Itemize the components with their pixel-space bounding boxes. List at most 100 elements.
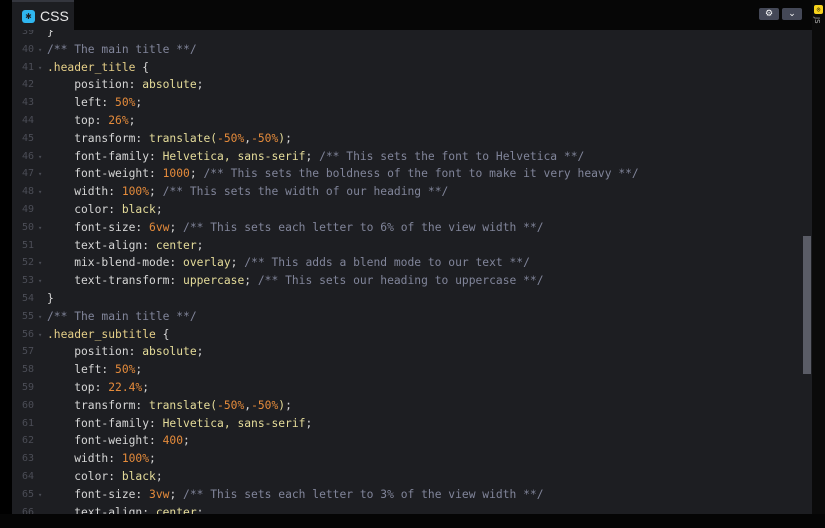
code-text: font-weight: 1000; /** This sets the bol… [47, 165, 639, 183]
code-text: left: 50%; [47, 361, 142, 379]
code-token: ; [135, 363, 142, 376]
code-token: translate( [149, 399, 217, 412]
code-token: 100% [122, 185, 149, 198]
code-text: .header_title { [47, 59, 149, 77]
code-text: width: 100%; [47, 450, 156, 468]
line-number: 56 [12, 326, 34, 344]
code-token: color: [47, 470, 122, 483]
code-token: translate( [149, 132, 217, 145]
code-token: black [122, 203, 156, 216]
fold-arrow-icon[interactable]: ▾ [38, 272, 42, 290]
code-token: text-align: [47, 506, 156, 514]
code-token: left: [47, 96, 115, 109]
code-token: font-size: [47, 221, 149, 234]
fold-arrow-icon[interactable]: ▾ [38, 59, 42, 77]
code-text: /** The main title **/ [47, 41, 197, 59]
js-icon: ◎ [814, 5, 823, 14]
code-text: color: black; [47, 201, 163, 219]
code-token: ; [169, 488, 183, 501]
code-token: ; [197, 78, 204, 91]
code-text: left: 50%; [47, 94, 142, 112]
code-token: ; [149, 452, 156, 465]
line-number: 41 [12, 59, 34, 77]
tab-css[interactable]: ✱ CSS [12, 0, 74, 30]
code-token: } [47, 30, 54, 38]
line-number: 62 [12, 432, 34, 450]
code-token: -50% [217, 132, 244, 145]
code-token: center [156, 506, 197, 514]
settings-button[interactable]: ⚙ [759, 8, 779, 20]
line-number: 54 [12, 290, 34, 308]
code-area[interactable]: 39}40▾/** The main title **/41▾.header_t… [12, 30, 802, 514]
code-token: position: [47, 78, 142, 91]
code-token: top: [47, 381, 108, 394]
code-token: -50% [251, 132, 278, 145]
line-number: 42 [12, 76, 34, 94]
line-number: 57 [12, 343, 34, 361]
code-token: { [156, 328, 170, 341]
code-token: Helvetica, sans-serif [163, 417, 306, 430]
code-token: /** This sets each letter to 6% of the v… [183, 221, 543, 234]
fold-arrow-icon[interactable]: ▾ [38, 183, 42, 201]
code-token: ; [197, 506, 204, 514]
fold-arrow-icon[interactable]: ▾ [38, 148, 42, 166]
line-number: 49 [12, 201, 34, 219]
vertical-scrollbar[interactable] [803, 236, 811, 374]
fold-arrow-icon[interactable]: ▾ [38, 326, 42, 344]
line-number: 61 [12, 415, 34, 433]
code-token: Helvetica, sans-serif [163, 150, 306, 163]
line-number: 45 [12, 130, 34, 148]
code-token: 100% [122, 452, 149, 465]
fold-arrow-icon[interactable]: ▾ [38, 308, 42, 326]
code-token: 6vw [149, 221, 169, 234]
fold-arrow-icon[interactable]: ▾ [38, 486, 42, 504]
code-token: ; [183, 434, 190, 447]
line-number: 43 [12, 94, 34, 112]
code-text: mix-blend-mode: overlay; /** This adds a… [47, 254, 530, 272]
code-token: uppercase [183, 274, 244, 287]
line-number: 63 [12, 450, 34, 468]
code-text: transform: translate(-50%,-50%); [47, 397, 292, 415]
code-token: text-transform: [47, 274, 183, 287]
code-token: ; [285, 132, 292, 145]
code-token: ; [231, 256, 245, 269]
code-token: 50% [115, 363, 135, 376]
code-token: /** This sets our heading to uppercase *… [258, 274, 544, 287]
code-token: absolute [142, 78, 196, 91]
line-number: 55 [12, 308, 34, 326]
code-token: .header_title [47, 61, 135, 74]
code-token: /** This sets the boldness of the font t… [203, 167, 638, 180]
code-text: .header_subtitle { [47, 326, 169, 344]
code-token: /** This sets the font to Helvetica **/ [319, 150, 584, 163]
fold-arrow-icon[interactable]: ▾ [38, 41, 42, 59]
code-token: -50% [251, 399, 278, 412]
code-token: ; [169, 221, 183, 234]
fold-arrow-icon[interactable]: ▾ [38, 219, 42, 237]
line-number: 65 [12, 486, 34, 504]
line-number: 50 [12, 219, 34, 237]
line-number: 52 [12, 254, 34, 272]
code-token: transform: [47, 399, 149, 412]
code-text: text-transform: uppercase; /** This sets… [47, 272, 544, 290]
chevron-down-icon: ⌄ [788, 9, 796, 19]
js-side-panel[interactable]: ◎ JS [812, 0, 825, 528]
code-text: transform: translate(-50%,-50%); [47, 130, 292, 148]
code-token: center [156, 239, 197, 252]
code-token: text-align: [47, 239, 156, 252]
code-token: transform: [47, 132, 149, 145]
tab-label: CSS [40, 8, 69, 24]
fold-arrow-icon[interactable]: ▾ [38, 165, 42, 183]
line-number: 59 [12, 379, 34, 397]
code-text: top: 22.4%; [47, 379, 149, 397]
code-token: black [122, 470, 156, 483]
line-number: 40 [12, 41, 34, 59]
code-token: ; [244, 274, 258, 287]
fold-arrow-icon[interactable]: ▾ [38, 254, 42, 272]
code-text: position: absolute; [47, 76, 203, 94]
collapse-button[interactable]: ⌄ [782, 8, 802, 20]
code-token: position: [47, 345, 142, 358]
code-text: width: 100%; /** This sets the width of … [47, 183, 448, 201]
code-token: ; [190, 167, 204, 180]
line-number: 48 [12, 183, 34, 201]
code-token: ; [305, 417, 312, 430]
